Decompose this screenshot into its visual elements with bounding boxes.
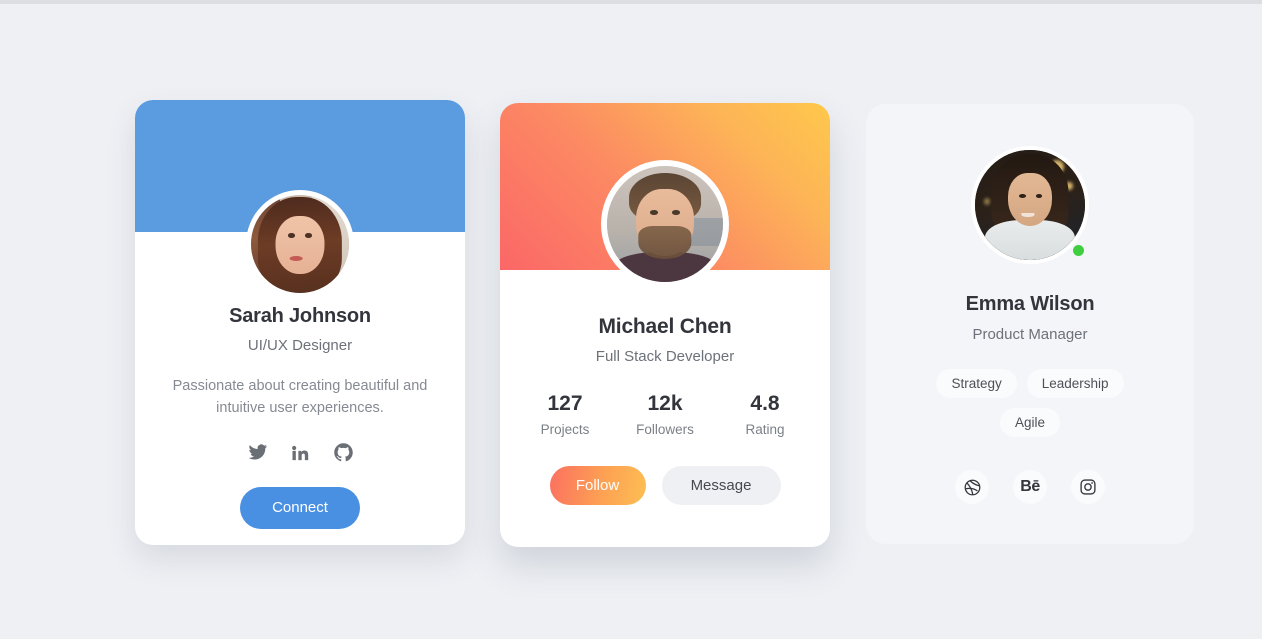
stat-rating: 4.8 Rating [715, 392, 815, 437]
person-role: Product Manager [972, 326, 1088, 343]
profile-card-emma[interactable]: Emma Wilson Product Manager Strategy Lea… [866, 104, 1194, 544]
social-links-emma: Bē [866, 470, 1194, 504]
behance-icon[interactable]: Bē [1013, 470, 1047, 504]
linkedin-icon[interactable] [290, 442, 311, 463]
avatar-photo [975, 150, 1085, 260]
dribbble-icon[interactable] [955, 470, 989, 504]
status-badge [1071, 243, 1086, 258]
page-title: Michael Chen [598, 315, 732, 338]
github-icon[interactable] [333, 442, 354, 463]
person-role: UI/UX Designer [247, 337, 353, 354]
card-body-sarah: Sarah Johnson UI/UX Designer Passionate … [135, 305, 465, 530]
person-role: Full Stack Developer [595, 348, 735, 365]
stat-label: Projects [540, 422, 590, 437]
avatar-michael [601, 160, 729, 288]
profile-card-sarah[interactable]: Sarah Johnson UI/UX Designer Passionate … [135, 100, 465, 545]
stat-projects: 127 Projects [515, 392, 615, 437]
profile-card-michael[interactable]: Michael Chen Full Stack Developer 127 Pr… [500, 103, 830, 547]
stat-value: 12k [647, 392, 683, 415]
instagram-icon[interactable] [1071, 470, 1105, 504]
avatar-emma [971, 146, 1089, 264]
card-body-michael: Michael Chen Full Stack Developer 127 Pr… [500, 315, 830, 505]
avatar-photo [251, 195, 349, 293]
skill-tags: Strategy Leadership Agile [906, 369, 1154, 437]
stat-label: Rating [745, 422, 785, 437]
stat-followers: 12k Followers [615, 392, 715, 437]
stat-label: Followers [636, 422, 694, 437]
behance-wordmark: Bē [1020, 478, 1040, 495]
stat-value: 127 [547, 392, 583, 415]
profile-cards-stage: Sarah Johnson UI/UX Designer Passionate … [0, 4, 1262, 639]
stat-value: 4.8 [750, 392, 780, 415]
follow-button[interactable]: Follow [549, 466, 646, 505]
avatar-photo [607, 166, 723, 282]
person-bio: Passionate about creating beautiful and … [172, 378, 428, 417]
tag-strategy[interactable]: Strategy [936, 369, 1017, 398]
tag-leadership[interactable]: Leadership [1026, 369, 1124, 398]
page-title: Emma Wilson [965, 293, 1095, 315]
message-button[interactable]: Message [661, 466, 781, 505]
avatar-sarah [246, 190, 354, 298]
social-links-sarah [135, 442, 465, 463]
tag-agile[interactable]: Agile [999, 408, 1061, 437]
stats-row: 127 Projects 12k Followers 4.8 Rating [500, 392, 830, 437]
card-body-emma: Emma Wilson Product Manager Strategy Lea… [866, 146, 1194, 504]
twitter-icon[interactable] [247, 442, 268, 463]
action-row: Follow Message [500, 466, 830, 505]
connect-button[interactable]: Connect [240, 487, 360, 530]
page-title: Sarah Johnson [229, 305, 371, 327]
